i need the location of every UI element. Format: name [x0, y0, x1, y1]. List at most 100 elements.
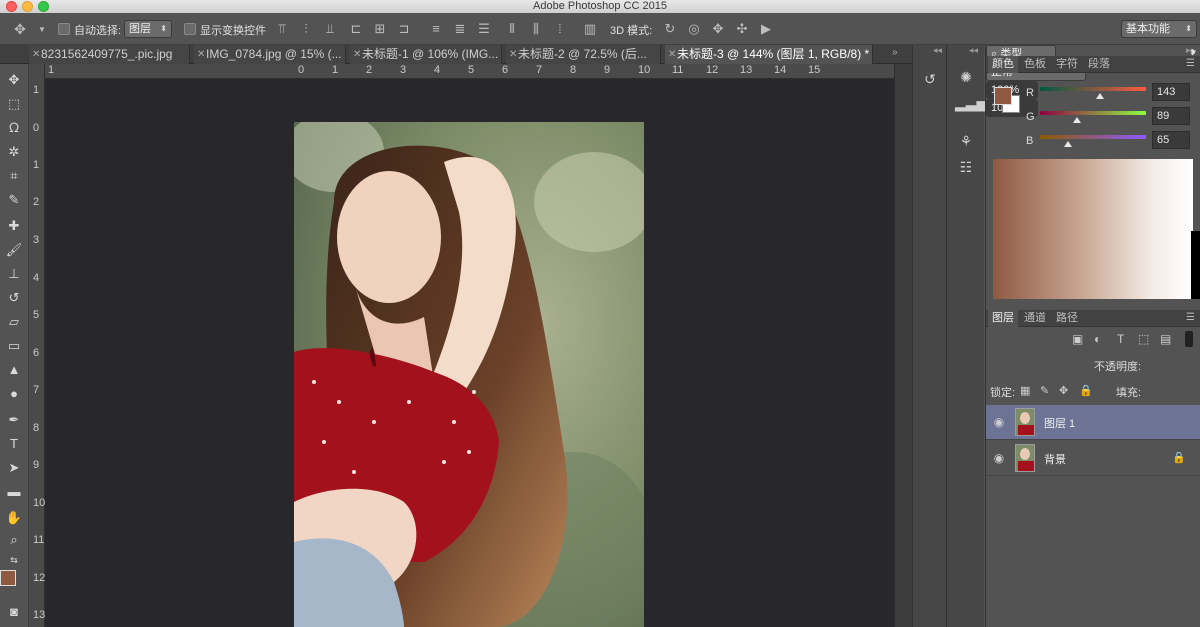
visibility-eye-icon[interactable]: ◉ [992, 415, 1006, 429]
filter-type-icon[interactable]: T [1117, 332, 1124, 346]
zoom-tool-icon[interactable]: ⌕ [3, 530, 25, 550]
layer-name[interactable]: 背景 [1044, 451, 1066, 467]
move-tool-icon[interactable]: ✥ [3, 70, 25, 90]
crop-tool-icon[interactable]: ⌗ [3, 166, 25, 186]
show-transform-checkbox[interactable] [184, 23, 196, 35]
g-value-field[interactable]: 89 [1152, 107, 1190, 125]
3d-rotate-icon[interactable]: ↻ [662, 13, 678, 45]
marquee-tool-icon[interactable]: ⬚ [3, 94, 25, 114]
align-left-icon[interactable]: ⊏ [348, 13, 364, 45]
foreground-color-swatch[interactable] [0, 570, 16, 586]
filter-smart-object-icon[interactable]: ▤ [1160, 332, 1171, 346]
path-select-tool-icon[interactable]: ➤ [3, 458, 25, 478]
brush-tool-icon[interactable]: 🖌 [3, 240, 25, 260]
layer-row-layer-1[interactable]: ◉ 图层 1 [986, 405, 1200, 440]
close-tab-icon[interactable]: ✕ [32, 45, 40, 64]
filter-adjustment-icon[interactable]: ◐ [1094, 332, 1101, 346]
fill-stepper-icon[interactable]: ▾ [1192, 45, 1196, 61]
color-ramp[interactable] [993, 159, 1193, 299]
shape-tool-icon[interactable]: ▬ [3, 482, 25, 502]
pen-tool-icon[interactable]: ✒ [3, 410, 25, 430]
filter-shape-icon[interactable]: ⬚ [1138, 332, 1149, 346]
align-hcenter-icon[interactable]: ⊞ [372, 13, 388, 45]
dodge-tool-icon[interactable]: ● [3, 384, 25, 404]
tab-channels[interactable]: 通道 [1020, 310, 1050, 327]
hand-tool-icon[interactable]: ✋ [3, 508, 25, 528]
3d-scale-icon[interactable]: ▶ [758, 13, 774, 45]
auto-align-icon[interactable]: ▥ [582, 13, 598, 45]
eraser-tool-icon[interactable]: ▱ [3, 312, 25, 332]
clone-stamp-tool-icon[interactable]: ⊥ [3, 264, 25, 284]
minimize-window-button[interactable] [22, 1, 33, 12]
distribute-vcenter-icon[interactable]: ≣ [452, 13, 468, 45]
b-value-field[interactable]: 65 [1152, 131, 1190, 149]
canvas-vertical-scrollbar[interactable] [894, 64, 912, 627]
document-canvas[interactable] [45, 79, 894, 627]
tab-layers[interactable]: 图层 [988, 310, 1018, 327]
lock-image-pixels-icon[interactable]: ✎ [1040, 384, 1049, 397]
distribute-top-icon[interactable]: ≡ [428, 13, 444, 45]
tab-character[interactable]: 字符 [1052, 56, 1082, 73]
tab-swatches[interactable]: 色板 [1020, 56, 1050, 73]
close-tab-icon[interactable]: ✕ [668, 45, 676, 64]
photo-image[interactable] [294, 122, 644, 627]
tab-color[interactable]: 颜色 [988, 56, 1018, 73]
lasso-tool-icon[interactable]: ᘯ [3, 118, 25, 138]
close-tab-icon[interactable]: ✕ [197, 45, 205, 64]
align-top-icon[interactable]: ⫪ [274, 13, 290, 45]
quick-mask-icon[interactable]: ◙ [3, 602, 25, 622]
move-tool-preset-icon[interactable]: ✥ [12, 13, 28, 45]
gradient-tool-icon[interactable]: ▭ [3, 336, 25, 356]
distribute-hcenter-icon[interactable]: ⫼ [528, 13, 544, 45]
collapse-dock-icon[interactable]: ◂◂ [933, 45, 942, 56]
3d-pan-icon[interactable]: ✥ [710, 13, 726, 45]
navigator-panel-icon[interactable]: ✺ [955, 67, 977, 87]
layer-name[interactable]: 图层 1 [1044, 415, 1075, 431]
g-slider-thumb[interactable] [1073, 117, 1081, 123]
tab-document-1[interactable]: ✕ 8231562409775_.pic.jpg [29, 45, 190, 64]
lock-position-icon[interactable]: ✥ [1059, 384, 1068, 397]
tab-paragraph[interactable]: 段落 [1084, 56, 1114, 73]
type-tool-icon[interactable]: T [3, 434, 25, 454]
tab-document-2[interactable]: ✕ IMG_0784.jpg @ 15% (... [194, 45, 346, 64]
auto-select-checkbox[interactable] [58, 23, 70, 35]
filter-toggle-switch[interactable] [1185, 331, 1193, 347]
3d-slide-icon[interactable]: ✣ [734, 13, 750, 45]
b-slider-thumb[interactable] [1064, 141, 1072, 147]
filter-pixel-icon[interactable]: ▣ [1072, 332, 1083, 346]
eyedropper-tool-icon[interactable]: ✎ [3, 190, 25, 210]
zoom-window-button[interactable] [38, 1, 49, 12]
collapse-dock-icon[interactable]: ◂◂ [969, 45, 978, 56]
brush-settings-panel-icon[interactable]: ⚘ [955, 131, 977, 151]
panel-menu-icon[interactable]: ☰ [1186, 312, 1195, 323]
align-right-icon[interactable]: ⊐ [396, 13, 412, 45]
tab-document-5-active[interactable]: ✕ 未标题-3 @ 144% (图层 1, RGB/8) * [665, 45, 873, 64]
r-slider-track[interactable] [1040, 87, 1146, 91]
layer-row-background[interactable]: ◉ 背景 🔒 [986, 441, 1200, 476]
align-bottom-icon[interactable]: ⫫ [322, 13, 338, 45]
histogram-panel-icon[interactable]: ▂▃▅ [955, 93, 987, 113]
r-value-field[interactable]: 143 [1152, 83, 1190, 101]
auto-select-dropdown[interactable]: 图层 ⬍ [124, 20, 172, 38]
b-slider-track[interactable] [1040, 135, 1146, 139]
close-tab-icon[interactable]: ✕ [509, 45, 517, 64]
blur-tool-icon[interactable]: ▲ [3, 360, 25, 380]
tab-document-4[interactable]: ✕ 未标题-2 @ 72.5% (后... [506, 45, 661, 64]
lock-transparent-pixels-icon[interactable]: ▦ [1020, 384, 1030, 397]
healing-brush-tool-icon[interactable]: ✚ [3, 216, 25, 236]
color-ramp-black-swatch[interactable] [1191, 231, 1200, 299]
g-slider-track[interactable] [1040, 111, 1146, 115]
color-panel-foreground-swatch[interactable] [994, 87, 1012, 105]
workspace-dropdown[interactable]: 基本功能 ⬍ [1121, 20, 1197, 38]
3d-roll-icon[interactable]: ◎ [686, 13, 702, 45]
more-tabs-icon[interactable]: » [892, 47, 898, 58]
history-panel-icon[interactable]: ↺ [919, 69, 941, 89]
preset-dropdown-caret-icon[interactable]: ▼ [38, 25, 46, 34]
visibility-eye-icon[interactable]: ◉ [992, 451, 1006, 465]
align-vcenter-icon[interactable]: ⫶ [298, 13, 314, 45]
distribute-right-icon[interactable]: ⦙ [552, 13, 568, 45]
tab-paths[interactable]: 路径 [1052, 310, 1082, 327]
close-tab-icon[interactable]: ✕ [353, 45, 361, 64]
quick-select-tool-icon[interactable]: ✲ [3, 142, 25, 162]
distribute-left-icon[interactable]: ⦀ [504, 13, 520, 45]
